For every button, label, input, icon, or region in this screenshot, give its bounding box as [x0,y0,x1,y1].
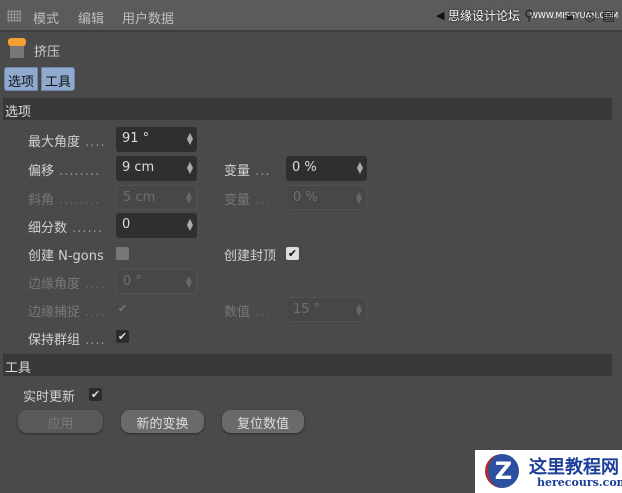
caps-label: 创建封顶 [224,249,277,264]
subdivision-input[interactable]: 0 ▲ ▼ [116,213,197,238]
lock-icon[interactable]: 🔒︎ [566,8,580,24]
spinner-icon[interactable]: ▲ ▼ [356,303,362,317]
extrude-icon [7,38,27,60]
offset-variance-input[interactable]: 0 % ▲ ▼ [286,156,367,181]
max-angle-input[interactable]: 91 ° ▲ ▼ [116,127,197,152]
edge-angle-label: 边缘角度 .... [28,277,106,292]
tab-tools[interactable]: 工具 [41,67,76,91]
realtime-update-checkbox[interactable]: ✔ [89,388,102,401]
logo-z-icon: Z [485,454,519,488]
edge-snap-label: 边缘捕捉 .... [28,305,106,320]
grip-icon[interactable] [7,10,21,22]
menu-user-data[interactable]: 用户数据 [122,8,174,27]
object-name: 挤压 [34,45,61,60]
snap-value-input[interactable]: 15 ° ▲ ▼ [286,297,367,322]
watermark-text: 思缘设计论坛 [448,9,521,23]
spinner-icon[interactable]: ▲ ▼ [186,191,192,205]
apply-button[interactable]: 应用 [18,410,103,433]
edge-snap-checkbox[interactable]: ✔ [116,302,129,315]
site-logo: Z 这里教程网 herecours.com [475,450,622,493]
tab-options[interactable]: 选项 [4,67,39,91]
bevel-variance-input[interactable]: 0 % ▲ ▼ [286,185,367,210]
spinner-icon[interactable]: ▲ ▼ [187,161,193,175]
spinner-icon[interactable]: ▲ ▼ [187,132,193,146]
section-header-options: 选项 [3,98,612,120]
edge-angle-input[interactable]: 0 ° ▲ ▼ [116,269,197,294]
back-arrow-icon[interactable]: ◀ [436,9,444,22]
section-header-tools: 工具 [3,354,612,376]
spinner-icon[interactable]: ▲ ▼ [357,161,363,175]
spinner-icon[interactable]: ▲ ▼ [186,275,192,289]
realtime-update-label: 实时更新 [23,390,76,405]
ngons-label: 创建 N-gons [28,249,104,264]
ngons-checkbox[interactable] [116,247,129,260]
spinner-icon[interactable]: ▲ ▼ [356,191,362,205]
bevel-input[interactable]: 5 cm ▲ ▼ [116,185,197,210]
offset-variance-label: 变量 ... [224,164,271,179]
preserve-groups-checkbox[interactable]: ✔ [116,330,129,343]
bevel-variance-label: 变量 ... [224,193,271,208]
new-panel-icon[interactable]: ▤ [602,8,616,24]
spinner-icon[interactable]: ▲ ▼ [187,218,193,232]
menu-bar: 模式 编辑 用户数据 ◀ 思缘设计论坛 WWW.MISSYUAN.COM ⚲ 🔒… [0,0,622,32]
target-icon[interactable]: ◎ [584,8,598,24]
offset-input[interactable]: 9 cm ▲ ▼ [116,156,197,181]
logo-url: herecours.com [537,476,622,489]
offset-label: 偏移 ........ [28,164,101,179]
max-angle-label: 最大角度 .... [28,135,106,150]
bevel-label: 斜角 ........ [28,193,101,208]
preserve-groups-label: 保持群组 .... [28,333,106,348]
menu-edit[interactable]: 编辑 [78,8,104,27]
caps-checkbox[interactable]: ✔ [286,247,299,260]
snap-value-label: 数值 ... [224,305,271,320]
new-transform-button[interactable]: 新的变换 [121,410,204,433]
menu-mode[interactable]: 模式 [33,8,59,27]
subdivision-label: 细分数 ...... [28,221,103,236]
reset-values-button[interactable]: 复位数值 [222,410,304,433]
search-icon[interactable]: ⚲ [524,8,538,24]
